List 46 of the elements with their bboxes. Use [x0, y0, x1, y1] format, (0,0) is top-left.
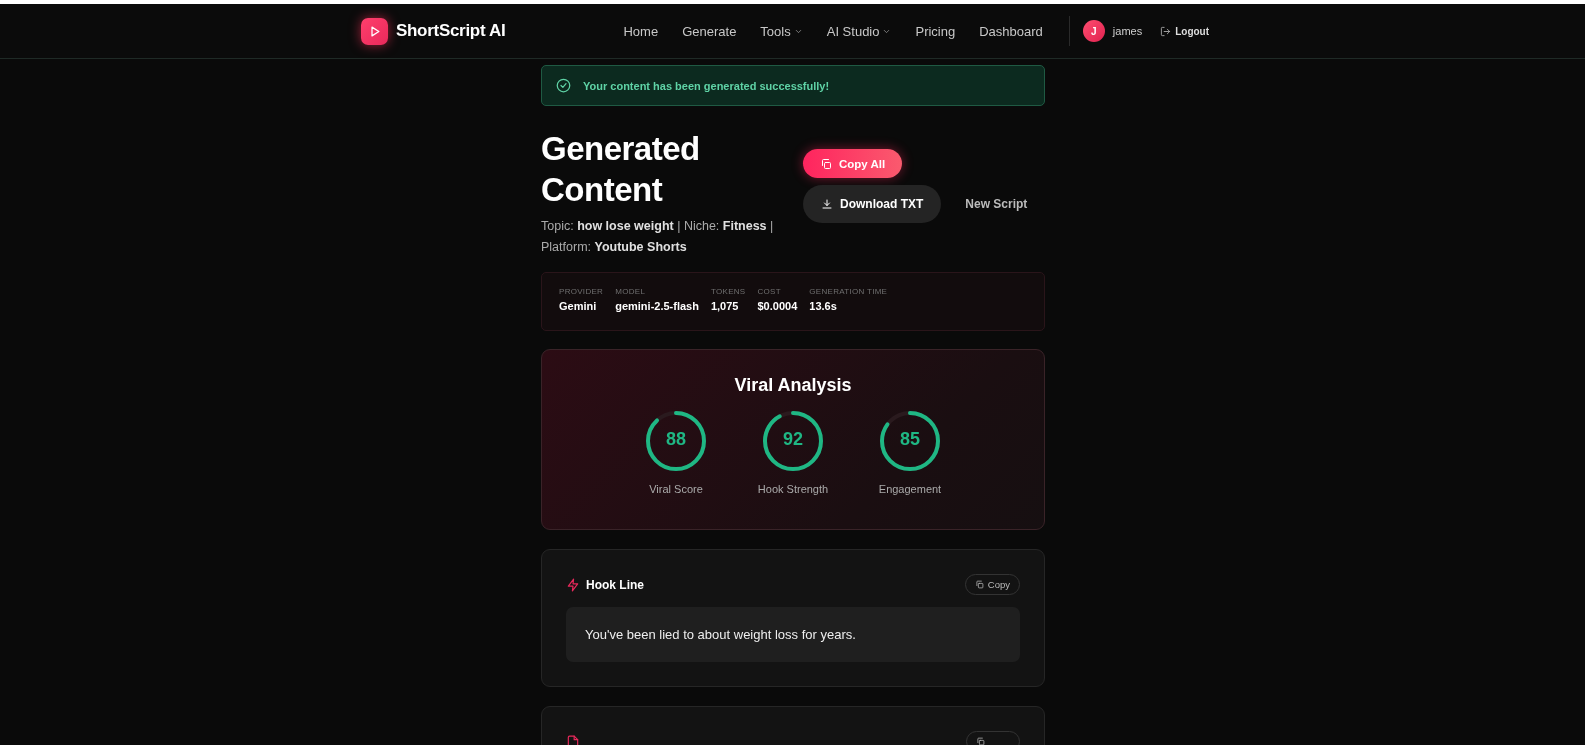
avatar[interactable]: J — [1082, 20, 1105, 42]
download-icon — [821, 198, 833, 210]
new-script-button[interactable]: New Script — [965, 197, 1028, 211]
stat-label: COST — [757, 287, 782, 296]
card-title: Viral Analysis — [733, 375, 853, 396]
section-title: Hook Line — [586, 577, 644, 592]
lightning-icon — [566, 577, 580, 592]
score-label: Viral Score — [649, 483, 703, 495]
document-icon — [566, 734, 580, 745]
user-name[interactable]: james — [1112, 25, 1143, 37]
score-value: 85 — [899, 429, 921, 450]
alert-message: Your content has been generated successfully! — [583, 79, 830, 92]
check-circle-icon — [556, 78, 571, 93]
nav-link[interactable]: Tools — [760, 23, 803, 39]
stat-value: gemini-2.5-flash — [615, 300, 699, 312]
hook-text: You've been lied to about weight loss for years. — [566, 607, 1020, 662]
score-ring — [761, 409, 825, 473]
nav-link[interactable]: Pricing — [915, 23, 956, 39]
stat-value: $0.0004 — [757, 300, 798, 312]
page-title: Generated Content — [541, 129, 701, 210]
stat-label: PROVIDER — [559, 287, 604, 296]
score-value: 88 — [665, 429, 687, 450]
logout-link[interactable]: Logout — [1160, 25, 1210, 37]
stat-value: 1,075 — [710, 300, 740, 312]
copy-icon — [820, 157, 832, 170]
stat-label: TOKENS — [710, 287, 746, 296]
score-label: Hook Strength — [757, 483, 829, 495]
nav-link[interactable]: Dashboard — [979, 23, 1043, 39]
score-label: Engagement — [878, 483, 942, 495]
copy-icon — [974, 580, 984, 589]
nav-link[interactable]: Generate — [682, 23, 737, 39]
brand-name: ShortScript AI — [396, 21, 506, 41]
stat-value: 13.6s — [809, 300, 838, 312]
score-value: 92 — [782, 429, 804, 450]
platform-info: Platform: Youtube Shorts — [541, 239, 688, 256]
stat-value: Gemini — [559, 300, 598, 312]
topic-info: Topic: how lose weight | Niche: Fitness | — [541, 218, 775, 235]
logout-icon — [1160, 25, 1172, 37]
stat-label: GENERATION TIME — [809, 287, 888, 296]
download-button[interactable]: Download TXT — [803, 185, 942, 223]
stat-label: MODEL — [615, 287, 647, 296]
score-ring — [644, 409, 708, 473]
nav-link[interactable]: Home — [623, 23, 659, 39]
nav-link[interactable]: AI Studio — [826, 23, 892, 39]
score-ring — [878, 409, 942, 473]
copy-icon — [976, 737, 985, 745]
